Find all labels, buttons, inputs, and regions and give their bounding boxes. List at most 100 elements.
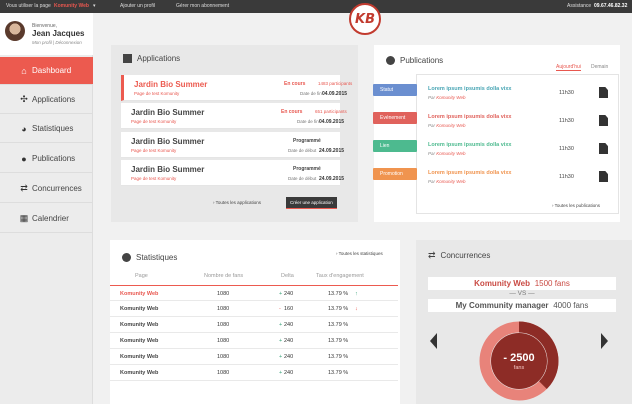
statistics-title: Statistiques [122,253,177,262]
top-bar: Vous utiliser la page Komunity Web ▾ Ajo… [0,0,632,13]
row-engagement: 13.79 % [328,322,349,328]
sidebar-item-calendrier[interactable]: ▦ Calendrier [0,205,93,233]
row-engagement: 13.79 % [328,354,349,360]
category-tag-evenement[interactable]: Evénement [373,112,417,124]
column-header-engagement: Taux d'engagement [316,273,364,279]
trend-arrow-icon: ↑ [355,291,358,297]
column-header-delta: Delta [281,273,294,279]
publication-time: 11h30 [559,118,574,124]
publication-title: Lorem ipsum ipsumis dolla vixx [428,170,512,176]
avatar[interactable] [5,21,25,41]
tab-tomorrow[interactable]: Demain [591,64,608,70]
table-row[interactable]: Komunity Web 1080 +240 13.79 % ↑ [110,285,398,301]
row-delta: 160 [284,306,294,312]
competitor-a-name: Komunity Web [474,279,531,288]
publication-author: Par Komunity Web [428,179,466,184]
add-profile-link[interactable]: Ajouter un profil [120,3,155,9]
category-tag-promotion[interactable]: Promotion [373,168,417,180]
home-icon: ⌂ [21,65,27,76]
next-arrow-icon[interactable] [601,333,608,349]
category-tag-statut[interactable]: Statut [373,84,417,96]
application-card[interactable]: Jardin Bio Summer Page de test Komunity … [121,132,344,158]
application-date: 04.09.2015 [319,119,345,125]
row-engagement: 13.79 % [328,370,349,376]
row-engagement: 13.79 % [328,338,349,344]
table-row[interactable]: Komunity Web 1080 +240 13.79 % [110,333,398,349]
publication-row[interactable]: Lorem ipsum ipsumis dolla vixx Par Komun… [416,164,627,190]
application-name: Jardin Bio Summer [131,137,205,146]
all-applications-link[interactable]: › Toutes les applications [213,200,261,205]
all-statistics-link[interactable]: › Toutes les statistiques [336,251,383,256]
row-delta-sign: + [279,291,283,297]
exchange-icon: ⇄ [20,183,28,193]
table-row[interactable]: Komunity Web 1080 -160 13.79 % ↓ [110,301,398,317]
sidebar-item-applications[interactable]: ✣ Applications [0,86,93,114]
sidebar-item-label: Concurrences [32,184,82,193]
sidebar-item-publications[interactable]: ● Publications [0,145,93,173]
previous-arrow-icon[interactable] [430,333,437,349]
create-application-button[interactable]: Créer une application [286,197,337,209]
row-page: Komunity Web [120,338,159,344]
sidebar-item-dashboard[interactable]: ⌂ Dashboard [0,57,93,85]
page-selector[interactable]: Komunity Web [54,3,89,9]
app-logo[interactable]: KB [349,3,381,35]
application-date-label: Date de début [288,148,317,153]
publication-title: Lorem ipsum ipsumis dolla vixx [428,86,512,92]
table-row[interactable]: Komunity Web 1080 +240 13.79 % [110,365,398,381]
document-icon[interactable] [599,115,608,126]
publication-row[interactable]: Lorem ipsum ipsumis dolla vixx Par Komun… [416,136,627,162]
row-delta-sign: + [279,322,283,328]
row-engagement: 13.79 % [328,291,349,297]
application-name: Jardin Bio Summer [131,108,205,117]
publication-row[interactable]: Lorem ipsum ipsumis dolla vixx Par Komun… [416,80,627,106]
sidebar-item-label: Calendrier [32,214,69,223]
logo-text: KB [355,11,375,27]
fans-difference-ring: - 2500 fans [479,321,559,401]
application-card[interactable]: Jardin Bio Summer Page de test Komunity … [121,75,352,101]
application-name: Jardin Bio Summer [131,165,205,174]
table-row[interactable]: Komunity Web 1080 +240 13.79 % [110,317,398,333]
chat-icon: ● [21,153,27,164]
exchange-icon: ⇄ [428,250,436,260]
row-delta: 240 [284,291,294,297]
publication-time: 11h30 [559,90,574,96]
versus-label: — VS — [509,290,535,297]
category-tag-lien[interactable]: Lien [373,140,417,152]
puzzle-icon [123,54,132,63]
calendar-icon: ▦ [19,213,29,223]
document-icon[interactable] [599,171,608,182]
manage-subscription-link[interactable]: Gérer mon abonnement [176,3,229,9]
row-page: Komunity Web [120,354,159,360]
tab-today[interactable]: Aujourd'hui [556,64,581,71]
row-fans: 1080 [217,370,230,376]
chevron-down-icon[interactable]: ▾ [93,3,96,9]
chat-icon [386,56,395,65]
row-page: Komunity Web [120,370,159,376]
row-delta-sign: + [279,338,283,344]
competitor-b-fans: 4000 fans [553,301,589,310]
document-icon[interactable] [599,143,608,154]
application-card[interactable]: Jardin Bio Summer Page de test Komunity … [121,103,347,129]
application-status: Programmé [293,138,321,144]
publication-author: Par Komunity Web [428,95,466,100]
row-page: Komunity Web [120,322,159,328]
sidebar-item-concurrences[interactable]: ⇄ Concurrences [0,175,93,203]
row-delta: 240 [284,322,294,328]
publication-row[interactable]: Lorem ipsum ipsumis dolla vixx Par Komun… [416,108,627,134]
document-icon[interactable] [599,87,608,98]
sidebar: Bienvenue, Jean Jacques Mon profil | Déc… [0,13,93,404]
application-card[interactable]: Jardin Bio Summer Page de test Komunity … [121,160,344,186]
table-row[interactable]: Komunity Web 1080 +240 13.79 % [110,349,398,365]
competitor-a: Komunity Web 1500 fans [428,277,616,290]
applications-panel: Applications Jardin Bio Summer Page de t… [111,45,358,222]
publication-time: 11h30 [559,146,574,152]
sidebar-item-statistiques[interactable]: ◕ Statistiques [0,115,93,143]
application-page: Page de test Komunity [134,91,180,96]
publication-title: Lorem ipsum ipsumis dolla vixx [428,142,512,148]
profile-links[interactable]: Mon profil | Déconnexion [32,40,82,45]
assistance-label: Assistance [567,3,592,9]
publication-title: Lorem ipsum ipsumis dolla vixx [428,114,512,120]
pie-chart-icon: ◕ [21,123,27,134]
row-delta-sign: + [279,370,283,376]
all-publications-link[interactable]: › Toutes les publications [552,203,600,208]
